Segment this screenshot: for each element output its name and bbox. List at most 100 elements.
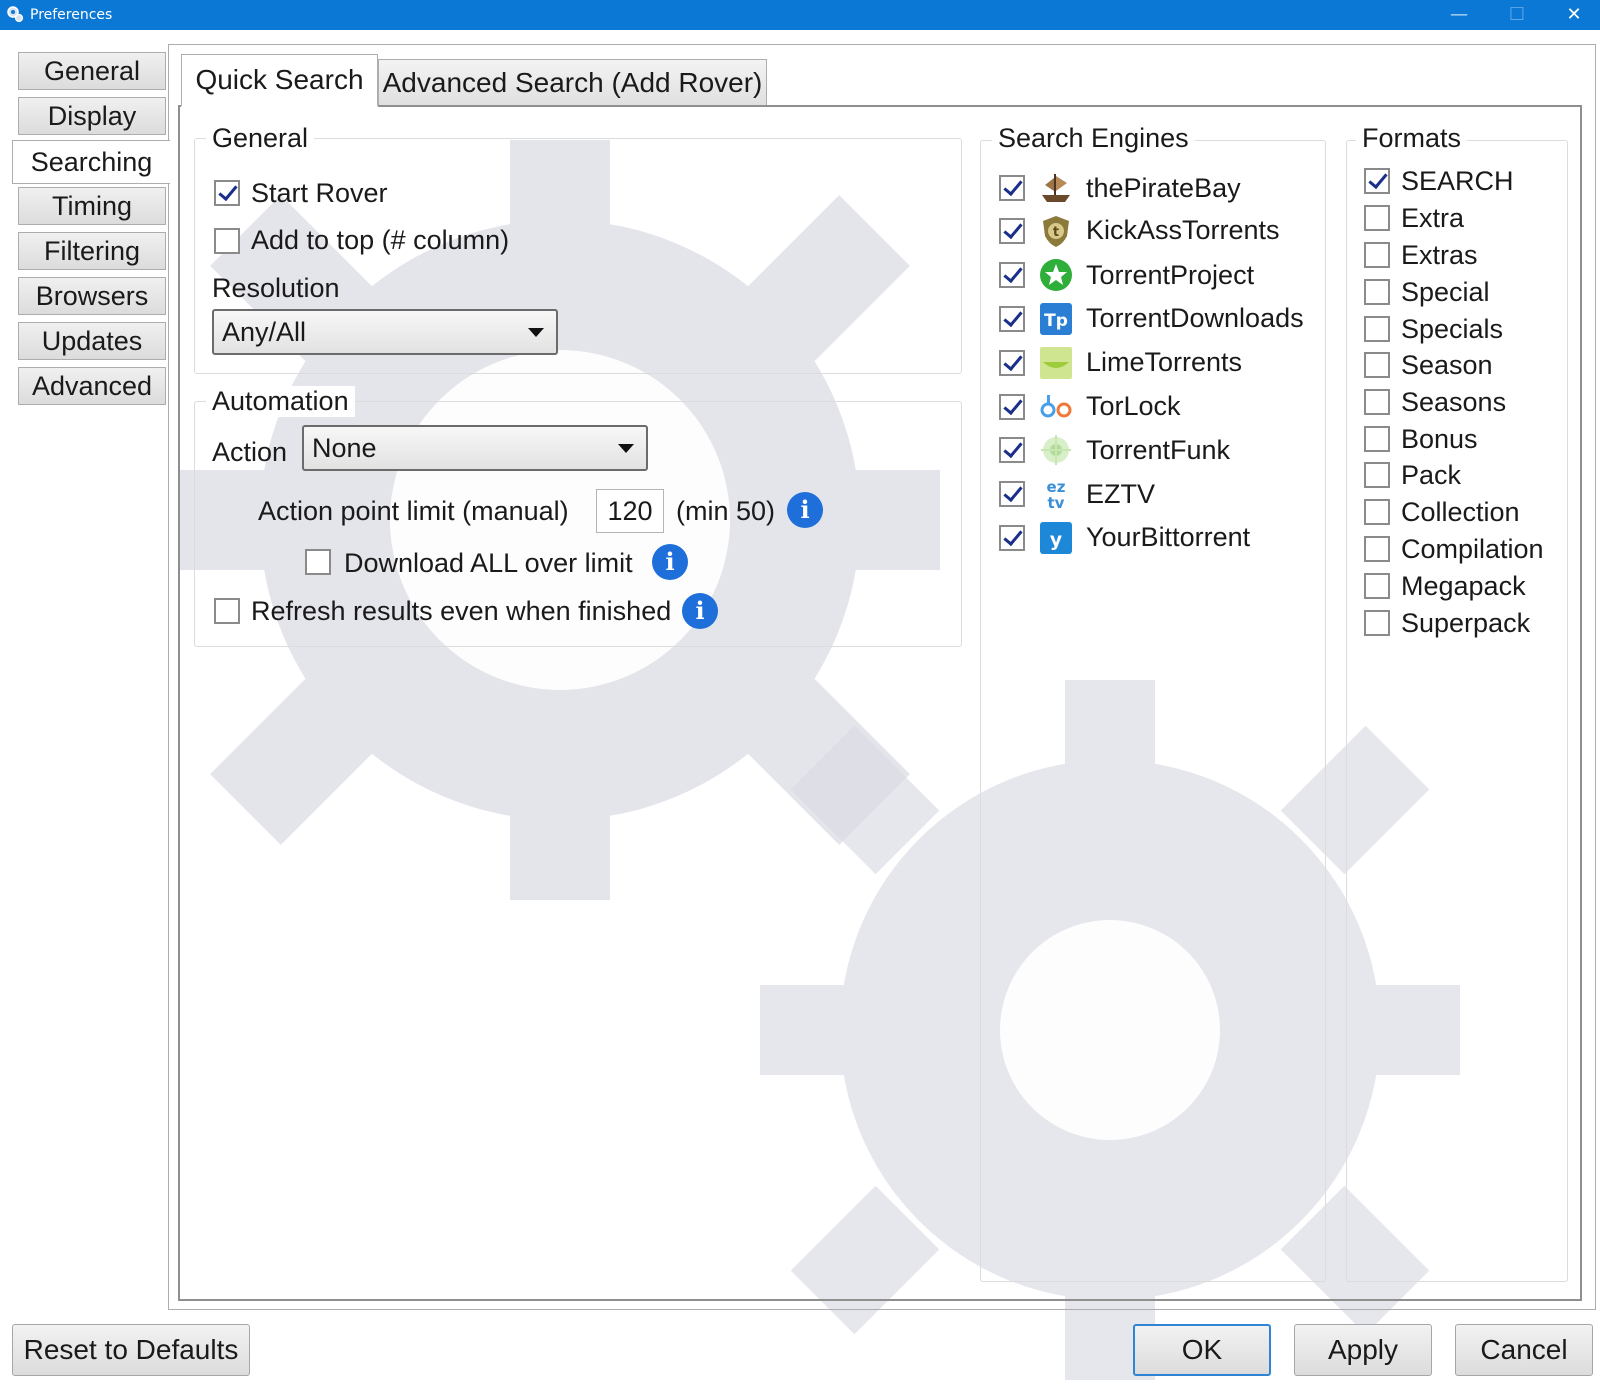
reset-to-defaults-button[interactable]: Reset to Defaults bbox=[12, 1324, 250, 1376]
engine-label: thePirateBay bbox=[1086, 173, 1241, 203]
pirate-ship-icon bbox=[1042, 174, 1070, 202]
engine-label: KickAssTorrents bbox=[1086, 215, 1280, 245]
engine-checkbox[interactable] bbox=[999, 350, 1025, 376]
format-checkbox-collection[interactable] bbox=[1364, 499, 1390, 525]
torlock-icon bbox=[1040, 395, 1072, 418]
engine-label: EZTV bbox=[1086, 479, 1156, 509]
action-point-limit-input[interactable]: 120 bbox=[596, 489, 664, 533]
engine-label: TorrentDownloads bbox=[1086, 303, 1304, 333]
engine-label: TorrentProject bbox=[1086, 260, 1255, 290]
svg-text:t: t bbox=[1053, 225, 1059, 240]
download-all-checkbox[interactable] bbox=[305, 549, 331, 575]
format-checkbox-seasons[interactable] bbox=[1364, 389, 1390, 415]
maximize-button[interactable]: ☐ bbox=[1488, 0, 1546, 30]
format-label: Superpack bbox=[1401, 608, 1531, 638]
action-point-limit-label: Action point limit (manual) bbox=[258, 496, 569, 526]
formats-title: Formats bbox=[1356, 123, 1468, 154]
search-engines-title: Search Engines bbox=[992, 123, 1195, 154]
tab-advanced-search[interactable]: Advanced Search (Add Rover) bbox=[378, 59, 767, 105]
format-label: Collection bbox=[1401, 497, 1520, 527]
resolution-label: Resolution bbox=[212, 273, 340, 303]
start-rover-label: Start Rover bbox=[251, 178, 388, 208]
start-rover-checkbox[interactable] bbox=[214, 180, 240, 206]
eztv-icon: ez tv bbox=[1047, 478, 1066, 511]
engine-checkbox[interactable] bbox=[999, 481, 1025, 507]
format-label: Bonus bbox=[1401, 424, 1478, 454]
chevron-down-icon bbox=[528, 328, 544, 337]
format-checkbox-extra[interactable] bbox=[1364, 205, 1390, 231]
format-checkbox-compilation[interactable] bbox=[1364, 536, 1390, 562]
sidebar-item-timing[interactable]: Timing bbox=[18, 187, 166, 225]
format-label: Seasons bbox=[1401, 387, 1507, 417]
sidebar-item-updates[interactable]: Updates bbox=[18, 322, 166, 360]
format-checkbox-search[interactable] bbox=[1364, 168, 1390, 194]
format-checkbox-extras[interactable] bbox=[1364, 242, 1390, 268]
kat-shield-icon: t bbox=[1043, 216, 1069, 247]
format-label: Compilation bbox=[1401, 534, 1544, 564]
td-logo-icon: Tp bbox=[1040, 303, 1072, 335]
action-dropdown[interactable]: None bbox=[302, 425, 648, 471]
title-bar: Preferences — ☐ ✕ bbox=[0, 0, 1600, 30]
format-label: Specials bbox=[1401, 314, 1504, 344]
engine-checkbox[interactable] bbox=[999, 218, 1025, 244]
engine-label: TorrentFunk bbox=[1086, 435, 1231, 465]
add-to-top-checkbox[interactable] bbox=[214, 228, 240, 254]
ok-button[interactable]: OK bbox=[1133, 1324, 1271, 1376]
format-checkbox-specials[interactable] bbox=[1364, 316, 1390, 342]
chevron-down-icon bbox=[618, 444, 634, 453]
resolution-value: Any/All bbox=[222, 317, 307, 347]
info-icon[interactable]: i bbox=[652, 544, 688, 580]
download-all-label: Download ALL over limit bbox=[344, 548, 633, 578]
apply-button[interactable]: Apply bbox=[1294, 1324, 1432, 1376]
automation-group-title: Automation bbox=[206, 386, 355, 417]
engine-label: LimeTorrents bbox=[1086, 347, 1243, 377]
formats-group bbox=[1346, 140, 1568, 1282]
green-star-icon bbox=[1040, 259, 1072, 291]
lime-icon bbox=[1040, 347, 1072, 379]
format-checkbox-special[interactable] bbox=[1364, 279, 1390, 305]
format-checkbox-season[interactable] bbox=[1364, 352, 1390, 378]
minimize-button[interactable]: — bbox=[1430, 0, 1488, 30]
format-checkbox-megapack[interactable] bbox=[1364, 573, 1390, 599]
format-label: Pack bbox=[1401, 460, 1462, 490]
refresh-results-checkbox[interactable] bbox=[214, 598, 240, 624]
svg-text:Tp: Tp bbox=[1044, 311, 1068, 331]
format-checkbox-bonus[interactable] bbox=[1364, 426, 1390, 452]
sidebar-item-filtering[interactable]: Filtering bbox=[18, 232, 166, 270]
torrentfunk-icon bbox=[1041, 435, 1071, 465]
add-to-top-label: Add to top (# column) bbox=[251, 225, 510, 255]
engine-checkbox[interactable] bbox=[999, 437, 1025, 463]
format-checkbox-pack[interactable] bbox=[1364, 462, 1390, 488]
action-label: Action bbox=[212, 437, 288, 467]
info-icon[interactable]: i bbox=[787, 492, 823, 528]
format-label: SEARCH bbox=[1401, 166, 1514, 196]
sidebar-item-advanced[interactable]: Advanced bbox=[18, 367, 166, 405]
gears-app-icon bbox=[7, 6, 24, 23]
sidebar-item-display[interactable]: Display bbox=[18, 97, 166, 135]
general-group-title: General bbox=[206, 123, 315, 154]
format-checkbox-superpack[interactable] bbox=[1364, 610, 1390, 636]
info-icon[interactable]: i bbox=[682, 593, 718, 629]
engine-checkbox[interactable] bbox=[999, 306, 1025, 332]
window-title: Preferences bbox=[30, 7, 113, 23]
format-label: Megapack bbox=[1401, 571, 1526, 601]
resolution-dropdown[interactable]: Any/All bbox=[212, 309, 558, 355]
engine-checkbox[interactable] bbox=[999, 525, 1025, 551]
format-label: Special bbox=[1401, 277, 1490, 307]
engine-checkbox[interactable] bbox=[999, 394, 1025, 420]
tab-quick-search[interactable]: Quick Search bbox=[181, 54, 378, 107]
action-value: None bbox=[312, 433, 377, 463]
format-label: Extras bbox=[1401, 240, 1478, 270]
engine-checkbox[interactable] bbox=[999, 175, 1025, 201]
svg-text:y: y bbox=[1050, 529, 1063, 551]
cancel-button[interactable]: Cancel bbox=[1455, 1324, 1593, 1376]
sidebar-item-searching[interactable]: Searching bbox=[12, 140, 170, 184]
engine-label: YourBittorrent bbox=[1086, 522, 1251, 552]
engine-checkbox[interactable] bbox=[999, 262, 1025, 288]
refresh-results-label: Refresh results even when finished bbox=[251, 596, 672, 626]
sidebar-item-browsers[interactable]: Browsers bbox=[18, 277, 166, 315]
close-button[interactable]: ✕ bbox=[1545, 0, 1600, 30]
sidebar-item-general[interactable]: General bbox=[18, 52, 166, 90]
engine-label: TorLock bbox=[1086, 391, 1181, 421]
min-limit-label: (min 50) bbox=[676, 496, 776, 526]
